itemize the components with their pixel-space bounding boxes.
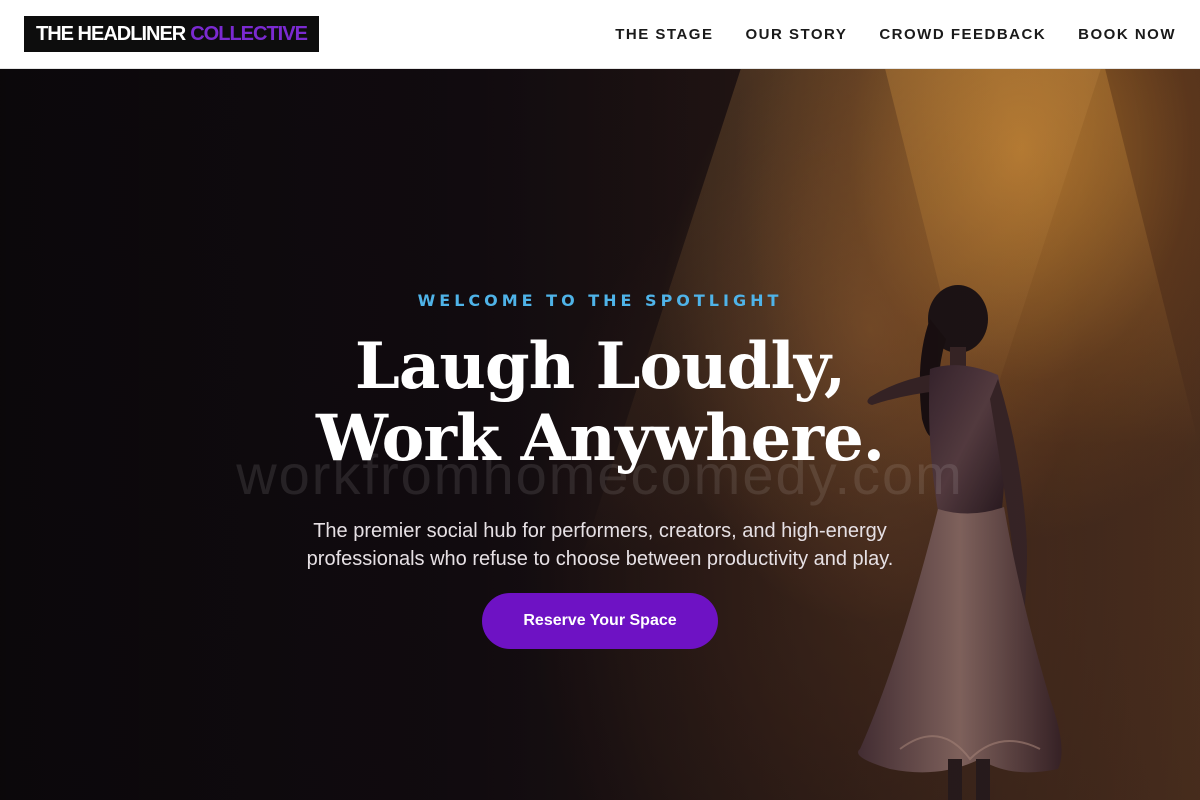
hero-eyebrow: WELCOME TO THE SPOTLIGHT bbox=[417, 291, 783, 310]
hero-headline: Laugh Loudly, Work Anywhere. bbox=[0, 331, 1200, 475]
nav-link-the-stage[interactable]: THE STAGE bbox=[615, 26, 713, 43]
nav-link-crowd-feedback[interactable]: CROWD FEEDBACK bbox=[879, 26, 1046, 43]
logo-primary-text: THE HEADLINER bbox=[36, 22, 186, 45]
hero-content: WELCOME TO THE SPOTLIGHT Laugh Loudly, W… bbox=[0, 69, 1200, 800]
hero-headline-line2: Work Anywhere. bbox=[315, 401, 885, 476]
hero-headline-line1: Laugh Loudly, bbox=[354, 329, 846, 404]
hero-subtext: The premier social hub for performers, c… bbox=[0, 517, 1200, 573]
hero-subtext-line2: professionals who refuse to choose betwe… bbox=[306, 548, 894, 570]
logo-accent-text: COLLECTIVE bbox=[190, 22, 308, 45]
main-nav: THE STAGE OUR STORY CROWD FEEDBACK BOOK … bbox=[615, 26, 1176, 43]
nav-link-our-story[interactable]: OUR STORY bbox=[745, 26, 847, 43]
site-header: THE HEADLINER COLLECTIVE THE STAGE OUR S… bbox=[0, 0, 1200, 69]
reserve-space-button[interactable]: Reserve Your Space bbox=[482, 593, 718, 649]
hero-subtext-line1: The premier social hub for performers, c… bbox=[313, 520, 887, 542]
hero-section: workfromhomecomedy.com WELCOME TO THE SP… bbox=[0, 69, 1200, 800]
nav-link-book-now[interactable]: BOOK NOW bbox=[1078, 26, 1176, 43]
site-logo[interactable]: THE HEADLINER COLLECTIVE bbox=[24, 16, 319, 52]
